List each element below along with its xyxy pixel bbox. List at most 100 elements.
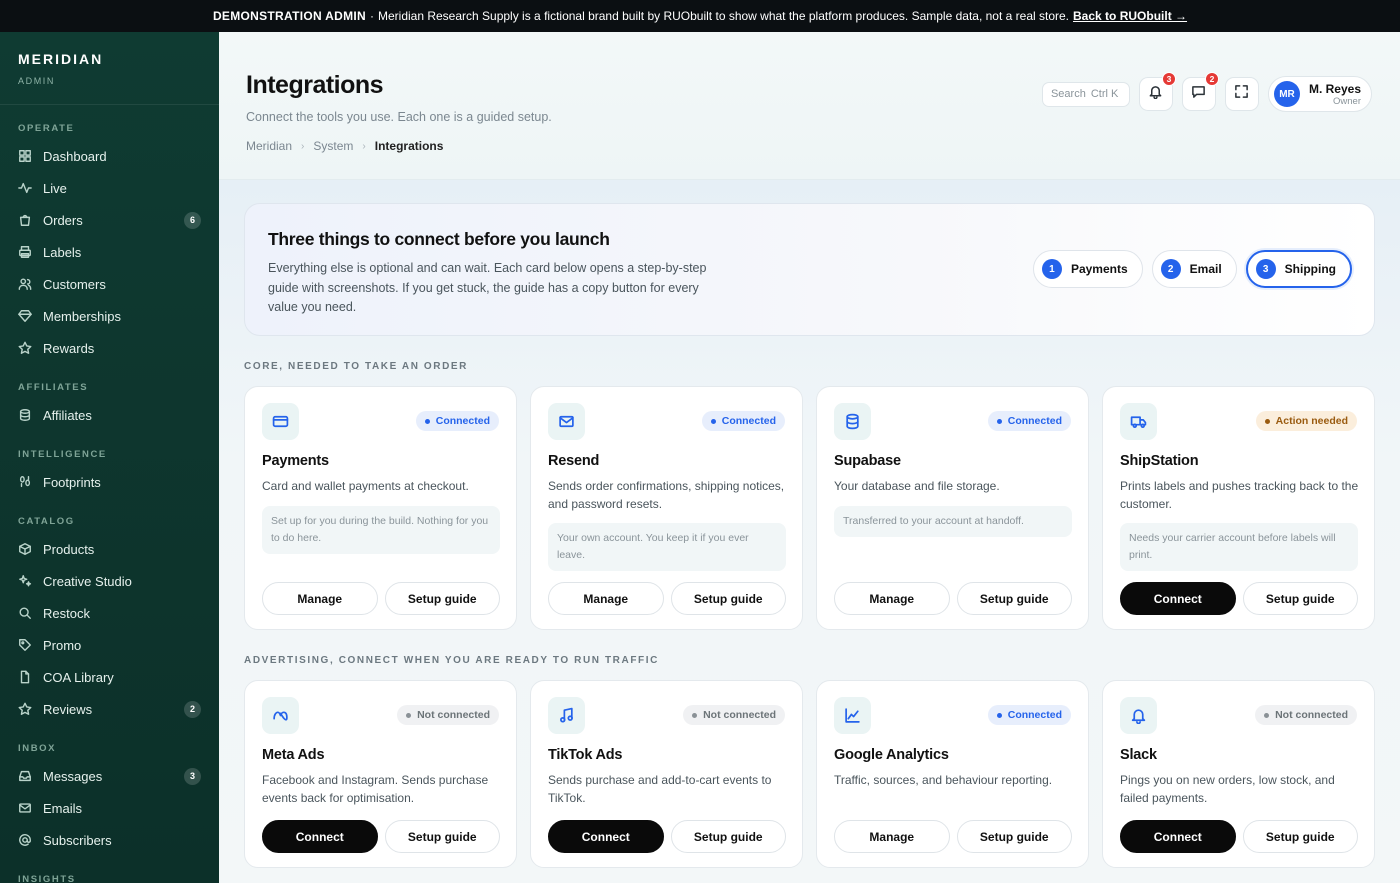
status-badge: Action needed xyxy=(1255,411,1357,431)
sidebar-item-footprints[interactable]: Footprints xyxy=(0,466,219,498)
sidebar-item-creative-studio[interactable]: Creative Studio xyxy=(0,565,219,597)
at-sign-icon xyxy=(18,833,32,847)
sidebar-item-promo[interactable]: Promo xyxy=(0,629,219,661)
inbox-icon xyxy=(18,769,32,783)
integration-card-tiktok-ads: Not connected TikTok Ads Sends purchase … xyxy=(530,680,803,868)
card-actions: Manage Setup guide xyxy=(262,582,500,615)
connect-button[interactable]: Connect xyxy=(1120,820,1236,853)
sidebar-item-messages[interactable]: Messages 3 xyxy=(0,760,219,792)
sidebar-item-labels[interactable]: Labels xyxy=(0,236,219,268)
brand-name: MERIDIAN xyxy=(18,51,104,67)
diamond-icon xyxy=(18,309,32,323)
sidebar-item-emails[interactable]: Emails xyxy=(0,792,219,824)
step-shipping[interactable]: 3 Shipping xyxy=(1245,250,1352,288)
step-payments[interactable]: 1 Payments xyxy=(1032,250,1143,288)
setup-guide-button[interactable]: Setup guide xyxy=(956,820,1072,853)
card-title: TikTok Ads xyxy=(548,747,623,763)
chevron-right-icon: › xyxy=(301,140,305,152)
back-to-ruobuilt-link[interactable]: Back to RUObuilt → xyxy=(1073,9,1187,23)
status-badge: Not connected xyxy=(683,705,785,725)
sidebar-item-memberships[interactable]: Memberships xyxy=(0,300,219,332)
messages-button[interactable]: 2 xyxy=(1181,72,1219,111)
nav-section-inbox: INBOX xyxy=(18,743,57,754)
file-icon xyxy=(18,670,32,684)
card-note: Set up for you during the build. Nothing… xyxy=(262,506,500,554)
sidebar-item-coa-library[interactable]: COA Library xyxy=(0,661,219,693)
orders-count-badge: 6 xyxy=(184,211,201,229)
sidebar-item-products[interactable]: Products xyxy=(0,533,219,565)
connect-button[interactable]: Connect xyxy=(1120,582,1236,615)
launch-checklist-title: Three things to connect before you launc… xyxy=(268,229,610,249)
fullscreen-button[interactable] xyxy=(1224,77,1259,111)
setup-guide-button[interactable]: Setup guide xyxy=(956,582,1072,615)
footprints-icon xyxy=(18,475,32,489)
messages-count-badge: 2 xyxy=(1204,72,1219,86)
setup-guide-button[interactable]: Setup guide xyxy=(384,582,500,615)
card-title: Google Analytics xyxy=(834,747,949,763)
sidebar-item-restock[interactable]: Restock xyxy=(0,597,219,629)
printer-icon xyxy=(18,245,32,259)
setup-guide-button[interactable]: Setup guide xyxy=(1242,820,1358,853)
breadcrumb-current: Integrations xyxy=(374,139,444,153)
card-title: Meta Ads xyxy=(262,747,325,763)
sidebar-item-reviews[interactable]: Reviews 2 xyxy=(0,693,219,725)
music-note-icon xyxy=(548,697,585,734)
user-menu[interactable]: MR M. Reyes Owner xyxy=(1267,76,1372,112)
manage-button[interactable]: Manage xyxy=(262,582,378,615)
reviews-count-badge: 2 xyxy=(184,700,201,718)
card-title: Slack xyxy=(1120,747,1157,763)
section-advertising-label: ADVERTISING, CONNECT WHEN YOU ARE READY … xyxy=(244,655,659,666)
card-description: Sends purchase and add-to-cart events to… xyxy=(548,773,772,805)
card-title: ShipStation xyxy=(1120,453,1199,469)
manage-button[interactable]: Manage xyxy=(548,582,664,615)
manage-button[interactable]: Manage xyxy=(834,582,950,615)
nav-section-operate: OPERATE xyxy=(18,123,75,134)
sidebar-item-label: Memberships xyxy=(43,308,122,324)
search-shortcut: Ctrl K xyxy=(1090,88,1119,100)
step-email[interactable]: 2 Email xyxy=(1151,250,1237,288)
step-number: 3 xyxy=(1255,259,1276,279)
search-input[interactable]: Search Ctrl K xyxy=(1041,81,1130,107)
connect-button[interactable]: Connect xyxy=(548,820,664,853)
sidebar-item-affiliates[interactable]: Affiliates xyxy=(0,399,219,431)
sidebar-item-rewards[interactable]: Rewards xyxy=(0,332,219,364)
meta-icon xyxy=(262,697,299,734)
sidebar: MERIDIAN ADMIN OPERATE Dashboard Live Or… xyxy=(0,32,219,883)
breadcrumb-meridian[interactable]: Meridian xyxy=(246,139,292,153)
mail-icon xyxy=(18,801,32,815)
sidebar-item-label: Promo xyxy=(43,637,82,653)
integration-card-meta-ads: Not connected Meta Ads Facebook and Inst… xyxy=(244,680,517,868)
breadcrumb-system[interactable]: System xyxy=(313,139,353,153)
status-badge: Connected xyxy=(415,411,499,431)
sidebar-item-subscribers[interactable]: Subscribers xyxy=(0,824,219,856)
bell-icon xyxy=(1120,697,1157,734)
status-badge: Not connected xyxy=(1255,705,1357,725)
sidebar-item-dashboard[interactable]: Dashboard xyxy=(0,140,219,172)
manage-button[interactable]: Manage xyxy=(834,820,950,853)
star-icon xyxy=(18,341,32,355)
sidebar-item-orders[interactable]: Orders 6 xyxy=(0,204,219,236)
demo-banner: DEMONSTRATION ADMIN · Meridian Research … xyxy=(0,0,1400,32)
star-icon xyxy=(18,702,32,716)
sidebar-item-label: Orders xyxy=(43,212,83,228)
connect-button[interactable]: Connect xyxy=(262,820,378,853)
brand: MERIDIAN ADMIN xyxy=(0,32,219,105)
nav-section-affiliates: AFFILIATES xyxy=(18,382,89,393)
status-badge: Connected xyxy=(987,705,1071,725)
status-text: Connected xyxy=(435,415,490,427)
tag-icon xyxy=(18,638,32,652)
notifications-button[interactable]: 3 xyxy=(1138,72,1176,111)
sidebar-item-customers[interactable]: Customers xyxy=(0,268,219,300)
sidebar-item-label: Customers xyxy=(43,276,106,292)
sidebar-item-live[interactable]: Live xyxy=(0,172,219,204)
card-note: Transferred to your account at handoff. xyxy=(834,506,1072,537)
step-number: 1 xyxy=(1041,259,1062,279)
status-badge: Not connected xyxy=(397,705,499,725)
bell-icon xyxy=(1148,84,1163,104)
setup-guide-button[interactable]: Setup guide xyxy=(1242,582,1358,615)
sidebar-item-label: Labels xyxy=(43,244,82,260)
setup-guide-button[interactable]: Setup guide xyxy=(670,820,786,853)
setup-guide-button[interactable]: Setup guide xyxy=(384,820,500,853)
setup-guide-button[interactable]: Setup guide xyxy=(670,582,786,615)
layers-icon xyxy=(18,408,32,422)
